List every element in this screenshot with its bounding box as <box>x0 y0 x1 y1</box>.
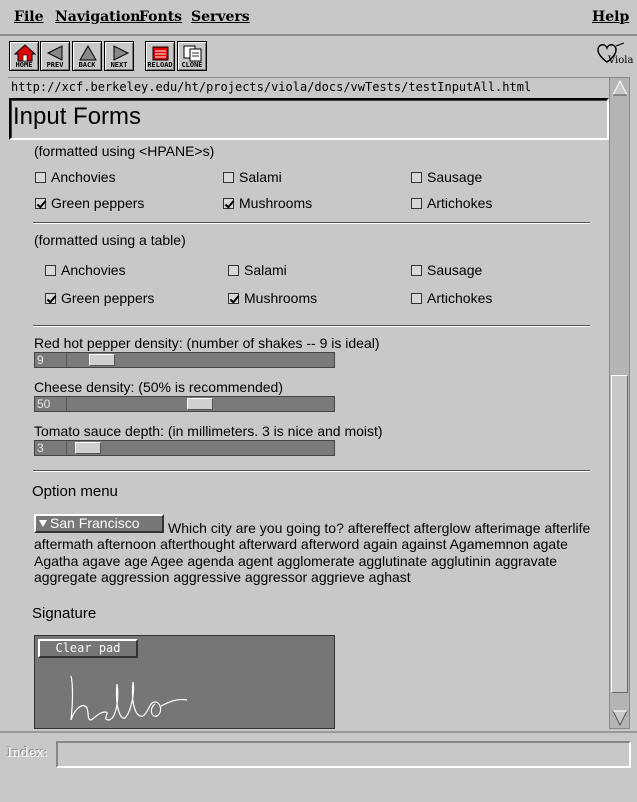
home-label: HOME <box>15 61 33 69</box>
index-label: Index: <box>7 746 49 761</box>
clone-icon <box>183 45 202 62</box>
reload-icon <box>152 46 169 61</box>
label-artichokes-1: Artichokes <box>427 195 493 211</box>
divider <box>33 222 590 224</box>
arrow-left-icon <box>46 45 63 61</box>
signature-pad[interactable]: Clear pad <box>34 635 335 729</box>
page-title-box: Input Forms <box>9 98 609 140</box>
checkbox-anchovies-2[interactable] <box>45 265 56 276</box>
checkbox-artichokes-2[interactable] <box>411 293 422 304</box>
reload-button[interactable]: RELOAD <box>145 41 175 71</box>
home-button[interactable]: HOME <box>9 41 39 71</box>
menu-help[interactable]: Help <box>592 9 629 25</box>
clone-button[interactable]: CLONE <box>177 41 207 71</box>
slider-label-pepper: Red hot pepper density: (number of shake… <box>34 335 380 351</box>
menu-servers[interactable]: Servers <box>191 9 250 25</box>
label-artichokes-2: Artichokes <box>427 290 493 306</box>
back-button[interactable]: BACK <box>72 41 102 71</box>
slider-thumb[interactable] <box>89 354 115 366</box>
checkbox-green-peppers-2[interactable] <box>45 293 56 304</box>
city-option-selected: San Francisco <box>50 515 140 531</box>
label-green-peppers-2: Green peppers <box>61 290 155 306</box>
option-menu-heading: Option menu <box>32 483 118 500</box>
city-option-menu[interactable]: San Francisco <box>34 514 164 533</box>
slider-thumb[interactable] <box>187 398 213 410</box>
back-label: BACK <box>78 61 96 69</box>
slider-cheese-density[interactable]: 50 <box>34 396 335 412</box>
label-mushrooms-1: Mushrooms <box>239 195 313 211</box>
hpane-caption: (formatted using <HPANE>s) <box>34 143 215 159</box>
prev-label: PREV <box>46 61 64 69</box>
checkbox-salami-2[interactable] <box>228 265 239 276</box>
scroll-down-icon[interactable] <box>611 709 629 727</box>
page-title: Input Forms <box>13 103 142 130</box>
slider-value: 9 <box>35 353 67 367</box>
vertical-scrollbar[interactable] <box>609 77 630 729</box>
next-label: NEXT <box>110 61 128 69</box>
url-field[interactable]: http://xcf.berkeley.edu/ht/projects/viol… <box>8 77 609 96</box>
label-salami-2: Salami <box>244 262 287 278</box>
viola-logo-text: Viola <box>608 55 634 66</box>
clear-pad-button[interactable]: Clear pad <box>38 639 138 658</box>
checkbox-mushrooms-2[interactable] <box>228 293 239 304</box>
label-sausage-1: Sausage <box>427 169 483 185</box>
checkbox-anchovies-1[interactable] <box>35 172 46 183</box>
label-anchovies-1: Anchovies <box>51 169 116 185</box>
index-input[interactable] <box>56 741 631 768</box>
table-caption: (formatted using a table) <box>34 232 186 248</box>
slider-value: 50 <box>35 397 67 411</box>
slider-label-tomato: Tomato sauce depth: (in millimeters. 3 i… <box>34 423 383 439</box>
divider <box>33 470 590 472</box>
menubar: File Navigation Fonts Servers Help <box>0 0 637 36</box>
prev-button[interactable]: PREV <box>40 41 70 71</box>
label-mushrooms-2: Mushrooms <box>244 290 318 306</box>
label-sausage-2: Sausage <box>427 262 483 278</box>
slider-thumb[interactable] <box>75 442 101 454</box>
viola-logo: Viola <box>594 40 634 70</box>
next-button[interactable]: NEXT <box>104 41 134 71</box>
reload-label: RELOAD <box>147 61 173 69</box>
checkbox-green-peppers-1[interactable] <box>35 198 46 209</box>
signature-stroke <box>70 675 188 721</box>
slider-label-cheese: Cheese density: (50% is recommended) <box>34 379 284 395</box>
checkbox-mushrooms-1[interactable] <box>223 198 234 209</box>
checkbox-sausage-1[interactable] <box>411 172 422 183</box>
scroll-up-icon[interactable] <box>611 79 629 97</box>
home-icon <box>14 44 36 62</box>
menu-file[interactable]: File <box>14 9 43 25</box>
slider-pepper-density[interactable]: 9 <box>34 352 335 368</box>
dropdown-triangle-icon <box>39 520 47 527</box>
label-anchovies-2: Anchovies <box>61 262 126 278</box>
arrow-right-icon <box>113 45 130 61</box>
clone-label: CLONE <box>181 61 203 69</box>
checkbox-sausage-2[interactable] <box>411 265 422 276</box>
label-salami-1: Salami <box>239 169 282 185</box>
menu-navigation[interactable]: Navigation <box>55 9 140 25</box>
arrow-up-icon <box>79 44 97 61</box>
label-green-peppers-1: Green peppers <box>51 195 145 211</box>
scroll-thumb[interactable] <box>611 375 628 693</box>
checkbox-salami-1[interactable] <box>223 172 234 183</box>
menu-fonts[interactable]: Fonts <box>139 9 182 25</box>
checkbox-artichokes-1[interactable] <box>411 198 422 209</box>
signature-heading: Signature <box>32 605 97 622</box>
slider-tomato-depth[interactable]: 3 <box>34 440 335 456</box>
divider <box>33 325 590 327</box>
slider-value: 3 <box>35 441 67 455</box>
